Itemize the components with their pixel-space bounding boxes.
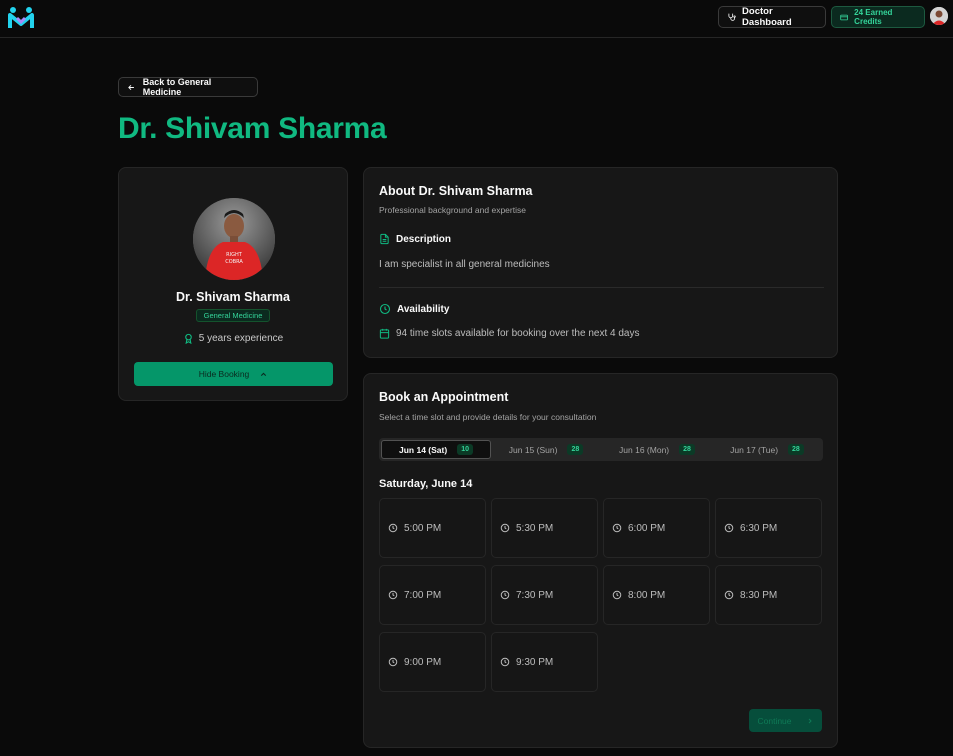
time-slot-button[interactable]: 6:00 PM (603, 498, 710, 558)
about-title: About Dr. Shivam Sharma (379, 184, 533, 198)
description-text: I am specialist in all general medicines (379, 259, 550, 270)
arrow-left-icon (128, 84, 134, 90)
back-to-specialty-button[interactable]: Back to General Medicine (118, 77, 258, 97)
description-heading: Description (379, 233, 451, 245)
hide-booking-button[interactable]: Hide Booking (134, 362, 333, 386)
user-avatar[interactable] (930, 7, 948, 25)
availability-heading: Availability (379, 303, 449, 315)
chevron-up-icon (261, 372, 267, 376)
file-text-icon (380, 233, 389, 245)
clock-icon (379, 303, 391, 315)
app-logo-icon[interactable] (8, 6, 34, 30)
clock-icon (500, 657, 510, 667)
tab-jun-15[interactable]: Jun 15 (Sun) 28 (491, 440, 601, 459)
credits-label: 24 Earned Credits (854, 8, 893, 26)
time-slot-button[interactable]: 8:30 PM (715, 565, 822, 625)
time-slot-button[interactable]: 7:30 PM (491, 565, 598, 625)
doctor-dashboard-label: Doctor Dashboard (742, 6, 792, 28)
clock-icon (500, 590, 510, 600)
time-slot-label: 5:00 PM (404, 522, 442, 534)
slot-count-badge: 28 (679, 444, 695, 455)
time-slot-label: 9:30 PM (516, 656, 554, 668)
doctor-photo: RIGHT COBRA (193, 198, 275, 280)
clock-icon (388, 657, 398, 667)
time-slot-label: 5:30 PM (516, 522, 554, 534)
clock-icon (724, 523, 734, 533)
slot-count-badge: 28 (567, 444, 584, 455)
credits-badge[interactable]: 24 Earned Credits (831, 6, 925, 28)
continue-label: Continue (757, 715, 792, 726)
book-appointment-card: Book an Appointment Select a time slot a… (363, 373, 838, 748)
time-slot-label: 6:30 PM (740, 522, 778, 534)
clock-icon (388, 590, 398, 600)
doctor-profile-card: RIGHT COBRA Dr. Shivam Sharma General Me… (118, 167, 348, 401)
doctor-dashboard-button[interactable]: Doctor Dashboard (718, 6, 826, 28)
slot-count-badge: 28 (788, 444, 804, 455)
availability-row: 94 time slots available for booking over… (379, 328, 639, 339)
time-slot-button[interactable]: 6:30 PM (715, 498, 822, 558)
clock-icon (388, 523, 398, 533)
time-slot-label: 6:00 PM (628, 522, 666, 534)
booking-title: Book an Appointment (379, 390, 509, 404)
experience-row: 5 years experience (119, 333, 347, 344)
time-slot-button[interactable]: 9:00 PM (379, 632, 486, 692)
top-navbar: Doctor Dashboard 24 Earned Credits (0, 0, 953, 38)
clock-icon (612, 523, 622, 533)
selected-day-heading: Saturday, June 14 (379, 478, 473, 490)
slot-count-badge: 10 (457, 444, 473, 455)
tab-jun-17[interactable]: Jun 17 (Tue) 28 (712, 440, 822, 459)
credit-card-icon (840, 14, 848, 20)
date-tabs: Jun 14 (Sat) 10 Jun 15 (Sun) 28 Jun 16 (… (379, 438, 823, 461)
booking-subtitle: Select a time slot and provide details f… (379, 412, 597, 422)
about-doctor-card: About Dr. Shivam Sharma Professional bac… (363, 167, 838, 358)
stethoscope-icon (728, 13, 736, 21)
continue-button[interactable]: Continue (749, 709, 822, 732)
page-title: Dr. Shivam Sharma (118, 112, 387, 145)
clock-icon (500, 523, 510, 533)
time-slot-button[interactable]: 5:00 PM (379, 498, 486, 558)
divider (379, 287, 824, 288)
tab-jun-14[interactable]: Jun 14 (Sat) 10 (381, 440, 491, 459)
about-subtitle: Professional background and expertise (379, 205, 526, 215)
experience-label: 5 years experience (198, 333, 284, 344)
tab-jun-16[interactable]: Jun 16 (Mon) 28 (602, 440, 712, 459)
time-slot-button[interactable]: 9:30 PM (491, 632, 598, 692)
award-icon (184, 333, 192, 344)
hide-booking-label: Hide Booking (198, 369, 250, 379)
calendar-icon (379, 328, 390, 339)
time-slot-button[interactable]: 8:00 PM (603, 565, 710, 625)
svg-text:RIGHT: RIGHT (226, 252, 243, 258)
clock-icon (724, 590, 734, 600)
specialty-badge: General Medicine (196, 309, 270, 322)
time-slot-button[interactable]: 7:00 PM (379, 565, 486, 625)
svg-text:COBRA: COBRA (225, 259, 243, 265)
time-slot-label: 8:30 PM (740, 589, 778, 601)
availability-text: 94 time slots available for booking over… (396, 328, 640, 339)
doctor-name: Dr. Shivam Sharma (176, 290, 290, 304)
time-slot-label: 7:30 PM (516, 589, 554, 601)
chevron-right-icon (808, 718, 812, 723)
time-slot-label: 7:00 PM (404, 589, 442, 601)
time-slot-button[interactable]: 5:30 PM (491, 498, 598, 558)
time-slot-label: 8:00 PM (628, 589, 666, 601)
back-label: Back to General Medicine (142, 77, 212, 97)
time-slot-label: 9:00 PM (404, 656, 442, 668)
clock-icon (612, 590, 622, 600)
